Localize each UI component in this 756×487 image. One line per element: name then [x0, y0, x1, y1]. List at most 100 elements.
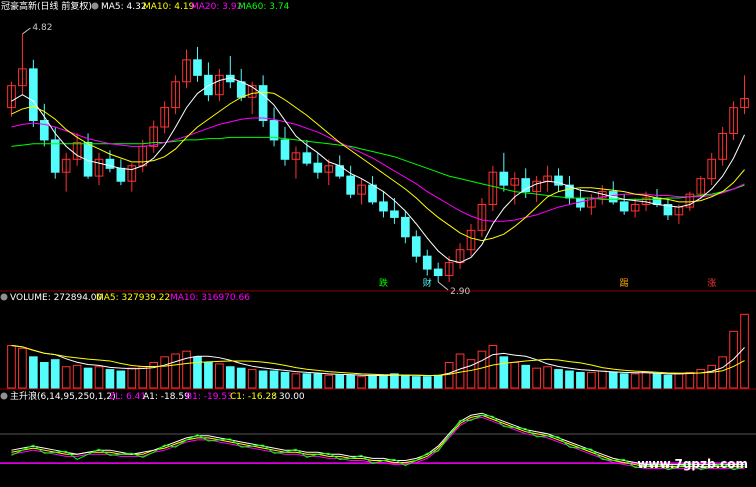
signal-marker: 踢	[620, 278, 629, 289]
volume-bar	[510, 362, 520, 389]
stock-chart: 4.82 2.90 跌 财 踢 涨 冠豪高新(日线 前复权) MA5: 4.32MA10: 4…	[0, 0, 756, 471]
candle-body	[390, 210, 399, 218]
volume-bar	[171, 353, 180, 389]
indicator-title: 主升浪(6,14,95,250,1,2)	[10, 390, 116, 402]
volume-bar	[488, 345, 498, 389]
volume-bar	[433, 374, 443, 389]
signal-marker: 财	[423, 277, 432, 289]
volume-bar	[521, 364, 531, 389]
main-ma20-label: MA20: 3.92	[191, 2, 242, 12]
candle-body	[368, 184, 377, 203]
indicator-extra-label: : 30.00	[273, 392, 305, 402]
volume-bar	[630, 373, 640, 389]
volume-bar	[740, 313, 749, 389]
volume-bar	[193, 356, 202, 389]
candles-group	[7, 34, 749, 282]
volume-bar	[576, 371, 585, 389]
high-price-label: 4.82	[32, 23, 52, 33]
volume-bar	[236, 367, 246, 389]
volume-bar	[455, 353, 465, 389]
candle-body	[422, 255, 432, 270]
candle-body	[379, 201, 388, 212]
low-pointer	[437, 281, 449, 291]
candle-body	[258, 85, 268, 122]
candle-body	[521, 178, 531, 193]
volume-bar	[619, 373, 629, 389]
volume-bar	[532, 367, 541, 389]
indicator-settings-icon	[0, 392, 8, 400]
candle-body	[302, 152, 312, 164]
volume-bar	[72, 364, 82, 389]
volume-bar	[718, 356, 727, 389]
volume-bar	[346, 374, 355, 389]
candle-body	[236, 81, 246, 98]
volume-bar	[379, 374, 388, 389]
main-ma60-label: MA60: 3.74	[238, 2, 290, 12]
candle-body	[204, 74, 213, 96]
volume-ma5-label: MA5: 327939.22	[96, 293, 170, 303]
volume-bar	[18, 347, 27, 389]
zl-line	[11, 412, 745, 466]
signal-marker: 跌	[379, 278, 388, 289]
volume-bar	[302, 373, 312, 389]
volume-bars-group	[7, 313, 749, 389]
candle-body	[116, 167, 126, 182]
volume-bar	[39, 362, 49, 389]
volume-bar	[543, 366, 552, 389]
candle-body	[401, 216, 410, 238]
candle-body	[411, 236, 421, 257]
volume-bar	[641, 371, 651, 389]
volume-bar	[50, 359, 60, 389]
volume-bar	[422, 376, 432, 389]
candle-body	[50, 139, 60, 173]
watermark-text: www.7gpzb.com	[637, 457, 748, 471]
main-ma5-label: MA5: 4.32	[101, 2, 147, 12]
volume-bar	[280, 371, 290, 389]
volume-bar	[215, 363, 224, 389]
volume-bar	[269, 370, 279, 389]
volume-bar	[291, 373, 301, 389]
volume-bar	[61, 366, 71, 389]
main-title: 冠豪高新(日线 前复权)	[1, 0, 92, 12]
volume-ma10-label: MA10: 316970.66	[170, 293, 250, 303]
candle-body	[105, 158, 115, 169]
candle-body	[346, 175, 355, 195]
main-ma10-label: MA10: 4.19	[143, 2, 195, 12]
indicator-b1-label: B1: -19.53	[186, 392, 233, 402]
candle-body	[280, 139, 290, 160]
volume-bar	[29, 356, 38, 389]
volume-bar	[401, 374, 410, 389]
volume-bar	[204, 362, 213, 389]
volume-bar	[83, 367, 93, 389]
volume-bar	[597, 370, 607, 389]
volume-bar	[7, 345, 16, 389]
volume-bar	[685, 371, 695, 389]
volume-bar	[160, 356, 169, 389]
ma10-line	[11, 91, 745, 242]
candle-body	[433, 268, 443, 277]
volume-bar	[444, 362, 454, 389]
volume-bar	[707, 364, 717, 389]
volume-bar	[608, 371, 618, 389]
volume-bar	[368, 374, 377, 389]
volume-bar	[663, 374, 673, 389]
volume-bar	[116, 370, 126, 389]
candle-body	[39, 120, 49, 141]
b1-line	[11, 416, 745, 470]
high-pointer	[22, 27, 31, 35]
volume-bar	[587, 371, 596, 389]
indicator-c1-label: C1: -16.28	[230, 392, 277, 402]
oscillator-line	[11, 414, 745, 471]
volume-bar	[313, 373, 323, 389]
volume-bar	[225, 366, 235, 389]
candle-body	[619, 201, 629, 212]
volume-bar	[674, 373, 684, 389]
volume-bar	[335, 374, 345, 389]
candle-body	[193, 59, 202, 76]
volume-bar	[182, 350, 191, 389]
volume-bar	[390, 373, 399, 389]
volume-bar	[258, 370, 268, 389]
volume-bar	[477, 350, 487, 389]
volume-bar	[138, 366, 148, 389]
volume-bar	[247, 369, 257, 389]
